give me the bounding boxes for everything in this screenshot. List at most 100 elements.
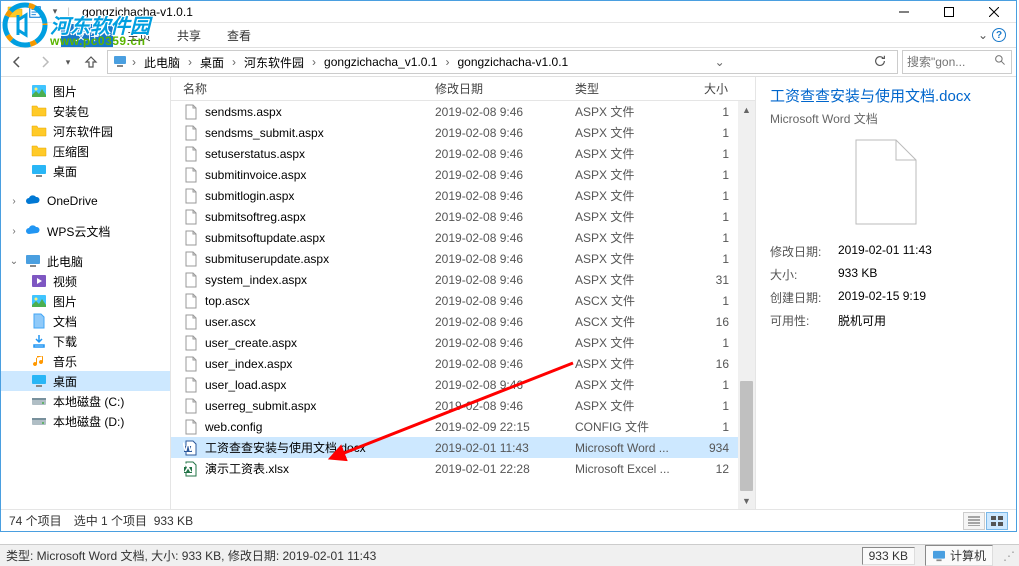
nav-item[interactable]: 桌面 [1,161,170,181]
ribbon-tab-share[interactable]: 共享 [165,24,213,47]
qat-props-icon[interactable] [27,4,43,20]
crumb-seg[interactable]: gongzichacha_v1.0.1 [320,53,441,71]
prop-value: 933 KB [838,266,1002,283]
column-size[interactable]: 大小 [689,80,739,97]
crumb-seg[interactable]: 河东软件园 [240,52,308,73]
file-row[interactable]: submitlogin.aspx2019-02-08 9:46ASPX 文件1 [171,185,755,206]
pictures-icon [31,83,47,99]
file-row[interactable]: submitsoftupdate.aspx2019-02-08 9:46ASPX… [171,227,755,248]
bottom-resize-grip[interactable]: ⋰ [1003,549,1013,563]
file-row[interactable]: submitsoftreg.aspx2019-02-08 9:46ASPX 文件… [171,206,755,227]
preview-pane: 工资查查安装与使用文档.docx Microsoft Word 文档 修改日期:… [756,77,1016,509]
ribbon-tab-view[interactable]: 查看 [215,24,263,47]
file-row[interactable]: top.ascx2019-02-08 9:46ASCX 文件1 [171,290,755,311]
nav-label: 图片 [53,293,77,310]
nav-item[interactable]: 河东软件园 [1,121,170,141]
file-size: 1 [689,126,739,140]
file-row[interactable]: user.ascx2019-02-08 9:46ASCX 文件16 [171,311,755,332]
crumb-seg[interactable]: 桌面 [196,52,228,73]
file-type: Microsoft Excel ... [569,462,689,476]
nav-item[interactable]: 文档 [1,311,170,331]
file-type: ASPX 文件 [569,208,689,225]
search-input[interactable] [907,55,977,69]
nav-up-button[interactable] [79,50,103,74]
nav-item[interactable]: 压缩图 [1,141,170,161]
file-row[interactable]: X演示工资表.xlsx2019-02-01 22:28Microsoft Exc… [171,458,755,479]
nav-item[interactable]: 下载 [1,331,170,351]
scroll-down-button[interactable]: ▼ [738,492,755,509]
disk-icon [31,413,47,429]
nav-history-button[interactable]: ▾ [61,50,75,74]
maximize-button[interactable] [926,1,971,23]
file-row[interactable]: setuserstatus.aspx2019-02-08 9:46ASPX 文件… [171,143,755,164]
file-row[interactable]: W工资查查安装与使用文档.docx2019-02-01 11:43Microso… [171,437,755,458]
desktop-icon [31,373,47,389]
search-icon[interactable] [994,54,1007,70]
nav-item[interactable]: 桌面 [1,371,170,391]
file-row[interactable]: user_load.aspx2019-02-08 9:46ASPX 文件1 [171,374,755,395]
refresh-button[interactable] [867,54,893,71]
file-type: ASPX 文件 [569,355,689,372]
preview-type: Microsoft Word 文档 [770,110,1002,127]
file-row[interactable]: user_create.aspx2019-02-08 9:46ASPX 文件1 [171,332,755,353]
crumb-seg[interactable]: 此电脑 [140,52,184,73]
file-row[interactable]: sendsms.aspx2019-02-08 9:46ASPX 文件1 [171,101,755,122]
file-name: userreg_submit.aspx [205,399,316,413]
nav-label: 河东软件园 [53,123,113,140]
nav-item[interactable]: 本地磁盘 (C:) [1,391,170,411]
file-row[interactable]: submitinvoice.aspx2019-02-08 9:46ASPX 文件… [171,164,755,185]
status-count: 74 个项目 [9,512,62,529]
close-button[interactable] [971,1,1016,23]
nav-item[interactable]: 视频 [1,271,170,291]
nav-item[interactable]: 图片 [1,291,170,311]
ribbon-tab-home[interactable]: 主页 [115,24,163,47]
crumb-seg[interactable]: gongzichacha-v1.0.1 [453,53,572,71]
file-type: ASPX 文件 [569,103,689,120]
ribbon-tab-file[interactable]: 文件 [61,24,113,47]
scroll-up-button[interactable]: ▲ [738,101,755,118]
view-large-button[interactable] [986,512,1008,530]
videos-icon [31,273,47,289]
file-row[interactable]: userreg_submit.aspx2019-02-08 9:46ASPX 文… [171,395,755,416]
crumb-dropdown[interactable]: ⌄ [713,55,727,69]
file-row[interactable]: system_index.aspx2019-02-08 9:46ASPX 文件3… [171,269,755,290]
column-type[interactable]: 类型 [569,80,689,97]
scrollbar[interactable]: ▲ ▼ [738,101,755,509]
nav-label: 本地磁盘 (C:) [53,393,124,410]
ribbon-help-icon[interactable]: ? [992,28,1006,42]
file-row[interactable]: sendsms_submit.aspx2019-02-08 9:46ASPX 文… [171,122,755,143]
nav-item[interactable]: 安装包 [1,101,170,121]
preview-thumbnail [841,137,931,227]
view-details-button[interactable] [963,512,985,530]
nav-label: 桌面 [53,163,77,180]
file-row[interactable]: user_index.aspx2019-02-08 9:46ASPX 文件16 [171,353,755,374]
prop-label: 大小: [770,266,830,283]
scroll-thumb[interactable] [740,381,753,491]
desktop-icon [31,163,47,179]
minimize-button[interactable] [881,1,926,23]
navigation-tree[interactable]: 图片安装包河东软件园压缩图桌面›OneDrive›WPS云文档⌄此电脑视频图片文… [1,77,171,509]
prop-label: 创建日期: [770,289,830,306]
nav-back-button[interactable] [5,50,29,74]
ribbon-expand-icon[interactable]: ⌄ [978,28,988,42]
nav-item[interactable]: ⌄此电脑 [1,251,170,271]
nav-forward-button[interactable] [33,50,57,74]
qat-dropdown-icon[interactable]: ▾ [47,4,63,20]
file-icon [183,356,199,372]
prop-label: 可用性: [770,312,830,329]
breadcrumb[interactable]: › 此电脑 › 桌面 › 河东软件园 › gongzichacha_v1.0.1… [107,50,898,74]
file-row[interactable]: web.config2019-02-09 22:15CONFIG 文件1 [171,416,755,437]
nav-item[interactable]: ›WPS云文档 [1,221,170,241]
file-size: 31 [689,273,739,287]
nav-item[interactable]: ›OneDrive [1,191,170,211]
file-name: submitlogin.aspx [205,189,294,203]
nav-item[interactable]: 本地磁盘 (D:) [1,411,170,431]
file-row[interactable]: submituserupdate.aspx2019-02-08 9:46ASPX… [171,248,755,269]
nav-item[interactable]: 音乐 [1,351,170,371]
nav-item[interactable]: 图片 [1,81,170,101]
file-size: 1 [689,399,739,413]
search-box[interactable] [902,50,1012,74]
column-name[interactable]: 名称 [171,80,429,97]
column-date[interactable]: 修改日期 [429,80,569,97]
column-headers: 名称 修改日期 类型 大小 [171,77,755,101]
